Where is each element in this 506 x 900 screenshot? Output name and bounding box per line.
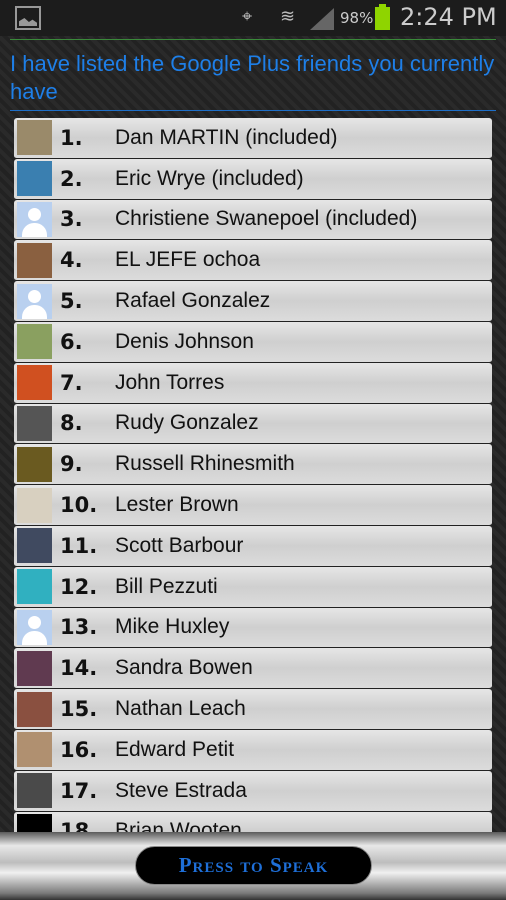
list-item[interactable]: 1. Dan MARTIN (included) [14, 118, 492, 159]
list-item[interactable]: 2. Eric Wrye (included) [14, 158, 492, 200]
friend-name: Christiene Swanepoel (included) [115, 207, 418, 231]
item-number: 9. [60, 452, 83, 477]
item-number: 17. [60, 778, 98, 803]
list-item[interactable]: 15. Nathan Leach [14, 689, 492, 730]
item-number: 12. [60, 574, 98, 599]
item-number: 4. [60, 248, 83, 273]
divider [10, 39, 496, 40]
avatar [17, 773, 52, 809]
avatar [17, 691, 52, 727]
friend-name: Steve Estrada [115, 778, 247, 802]
item-number: 7. [60, 370, 83, 395]
avatar [17, 365, 52, 401]
avatar [17, 487, 52, 523]
avatar [17, 405, 52, 441]
list-item[interactable]: 5. Rafael Gonzalez [14, 281, 492, 322]
avatar [17, 120, 52, 156]
bottom-bar: Press to Speak [0, 832, 506, 900]
friend-name: Bill Pezzuti [115, 574, 218, 598]
avatar [17, 161, 52, 197]
clock: 2:24 PM [400, 3, 497, 31]
item-number: 14. [60, 656, 98, 681]
friend-name: Denis Johnson [115, 329, 254, 353]
friends-list[interactable]: 1. Dan MARTIN (included) 2. Eric Wrye (incl… [14, 118, 492, 832]
item-number: 16. [60, 737, 98, 762]
list-item[interactable]: 18. Brian Wooten [14, 811, 492, 832]
list-item[interactable]: 16. Edward Petit [14, 729, 492, 771]
signal-icon [310, 8, 334, 30]
divider [10, 110, 496, 111]
list-item[interactable]: 3. Christiene Swanepoel (included) [14, 199, 492, 241]
list-item[interactable]: 7. John Torres [14, 362, 492, 404]
avatar [17, 732, 52, 768]
list-item[interactable]: 13. Mike Huxley [14, 607, 492, 649]
list-item[interactable]: 10. Lester Brown [14, 485, 492, 526]
main-area: I have listed the Google Plus friends yo… [0, 36, 506, 832]
item-number: 11. [60, 533, 98, 558]
friend-name: Scott Barbour [115, 533, 244, 557]
image-icon [15, 6, 41, 30]
list-item[interactable]: 9. Russell Rhinesmith [14, 444, 492, 486]
item-number: 5. [60, 289, 83, 314]
friend-name: Dan MARTIN (included) [115, 125, 338, 149]
item-number: 1. [60, 125, 83, 150]
friend-name: Rafael Gonzalez [115, 289, 271, 313]
battery-percent: 98% [340, 9, 374, 27]
list-item[interactable]: 4. EL JEFE ochoa [14, 240, 492, 282]
friend-name: Brian Wooten [115, 819, 242, 832]
list-item[interactable]: 11. Scott Barbour [14, 525, 492, 567]
avatar [17, 446, 52, 482]
friend-name: Rudy Gonzalez [115, 411, 259, 435]
list-item[interactable]: 6. Denis Johnson [14, 321, 492, 363]
avatar [17, 609, 52, 645]
avatar [17, 813, 52, 832]
battery-icon [375, 4, 390, 30]
list-item[interactable]: 12. Bill Pezzuti [14, 566, 492, 608]
status-bar: ⌖ ≋ 98% 2:24 PM [0, 0, 506, 36]
item-number: 6. [60, 329, 83, 354]
item-number: 15. [60, 697, 98, 722]
item-number: 10. [60, 493, 98, 518]
friend-name: Lester Brown [115, 493, 239, 517]
avatar [17, 324, 52, 360]
avatar [17, 569, 52, 605]
page-heading: I have listed the Google Plus friends yo… [10, 51, 495, 104]
press-to-speak-button[interactable]: Press to Speak [135, 846, 372, 885]
list-item[interactable]: 14. Sandra Bowen [14, 648, 492, 690]
list-item[interactable]: 8. Rudy Gonzalez [14, 403, 492, 445]
item-number: 13. [60, 615, 98, 640]
friend-name: EL JEFE ochoa [115, 248, 261, 272]
friend-name: Eric Wrye (included) [115, 166, 304, 190]
friend-name: John Torres [115, 370, 225, 394]
avatar [17, 650, 52, 686]
friend-name: Sandra Bowen [115, 656, 253, 680]
item-number: 2. [60, 166, 83, 191]
friend-name: Nathan Leach [115, 697, 246, 721]
avatar [17, 283, 52, 319]
friend-name: Russell Rhinesmith [115, 452, 295, 476]
avatar [17, 201, 52, 237]
item-number: 18. [60, 819, 98, 832]
avatar [17, 528, 52, 564]
list-item[interactable]: 17. Steve Estrada [14, 770, 492, 812]
wifi-icon: ≋ [280, 6, 296, 27]
avatar [17, 242, 52, 278]
item-number: 3. [60, 207, 83, 232]
gps-icon: ⌖ [242, 6, 253, 27]
item-number: 8. [60, 411, 83, 436]
friend-name: Mike Huxley [115, 615, 230, 639]
friend-name: Edward Petit [115, 737, 235, 761]
